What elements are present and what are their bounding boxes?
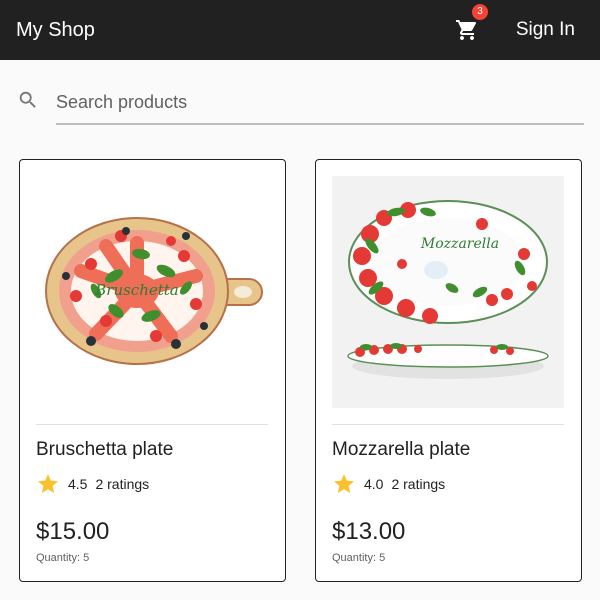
product-rating: 4.0 2 ratings: [332, 472, 445, 496]
cart-icon: [456, 20, 477, 40]
cart-count-badge: 3: [472, 4, 488, 20]
bruschetta-plate-image: Bruschetta: [45, 217, 263, 365]
svg-text:Bruschetta: Bruschetta: [94, 281, 179, 299]
product-quantity: Quantity: 5: [332, 552, 386, 564]
star-icon: [334, 474, 354, 493]
ratings-count: 2 ratings: [95, 476, 150, 492]
card-divider: [332, 424, 564, 425]
card-divider: [36, 424, 268, 425]
product-quantity: Quantity: 5: [36, 552, 90, 564]
product-image[interactable]: Mozzarella: [332, 176, 564, 408]
product-name[interactable]: Mozzarella plate: [332, 439, 470, 461]
shop-title[interactable]: My Shop: [16, 0, 95, 60]
svg-text:Mozzarella: Mozzarella: [420, 236, 499, 252]
ratings-count: 2 ratings: [391, 476, 446, 492]
star-icon: [38, 474, 58, 493]
search-field: [56, 84, 584, 125]
product-name[interactable]: Bruschetta plate: [36, 439, 173, 461]
product-rating: 4.5 2 ratings: [36, 472, 149, 496]
product-price: $13.00: [332, 518, 406, 545]
search-icon: [19, 91, 36, 108]
product-card[interactable]: Bruschetta Bruschetta plate 4.5 2 rating…: [19, 159, 286, 582]
app-bar: My Shop 3 Sign In: [0, 0, 600, 60]
product-card[interactable]: Mozzarella Mozzarella plate 4.0 2 rating…: [315, 159, 582, 582]
rating-value: 4.5: [68, 476, 88, 492]
mozzarella-plate-image: Mozzarella: [347, 200, 549, 379]
cart-button[interactable]: 3: [452, 4, 488, 44]
search-input[interactable]: [56, 84, 584, 120]
sign-in-button[interactable]: Sign In: [516, 0, 575, 60]
product-image[interactable]: Bruschetta: [36, 176, 268, 408]
rating-value: 4.0: [364, 476, 384, 492]
product-price: $15.00: [36, 518, 110, 545]
